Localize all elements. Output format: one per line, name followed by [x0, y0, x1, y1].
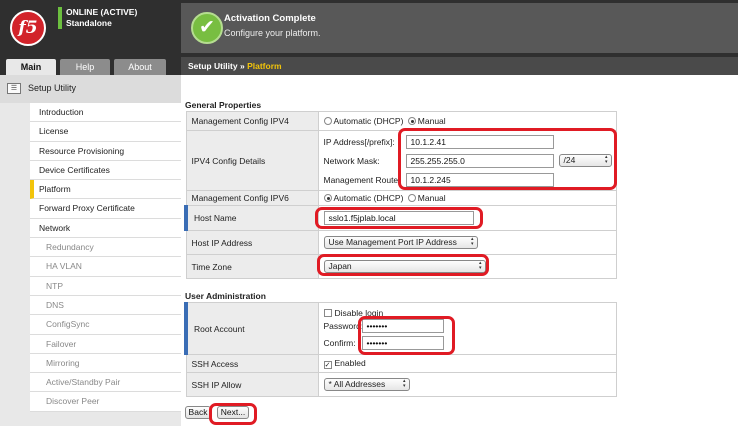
ip-address-input[interactable]: 10.1.2.41	[405, 134, 554, 149]
user-admin-table: Root Account Disable login Password: •••…	[184, 302, 617, 397]
root-account-fields: Disable login Password: ••••••• Confirm:…	[317, 302, 617, 355]
ssh-ip-select[interactable]: * All Addresses	[323, 378, 410, 391]
mgmt-ipv4-options: Automatic (DHCP) Manual	[317, 111, 617, 131]
general-properties-table: Management Config IPV4 Automatic (DHCP) …	[184, 111, 617, 279]
mgmt-ipv6-options: Automatic (DHCP) Manual	[317, 190, 617, 206]
user-admin-title: User Administration	[185, 291, 266, 301]
netmask-label: Network Mask:	[323, 155, 380, 166]
sidebar-item-device-certificates[interactable]: Device Certificates	[30, 160, 181, 181]
f5-logo: f5	[10, 10, 46, 46]
activation-subtitle: Configure your platform.	[224, 28, 321, 38]
mgmt-route-label: Management Route	[323, 174, 399, 185]
ssh-enabled-label: Enabled	[334, 358, 366, 368]
sidebar-list: Introduction License Resource Provisioni…	[30, 103, 181, 412]
back-button[interactable]: Back	[185, 406, 211, 419]
password-label: Password:	[323, 321, 364, 331]
status-indicator	[58, 7, 62, 29]
tab-help[interactable]: Help	[60, 59, 110, 75]
sidebar-item-failover: Failover	[30, 334, 181, 354]
ipv4-details-label: IPV4 Config Details	[185, 130, 319, 191]
mgmt-ipv4-label: Management Config IPV4	[185, 111, 319, 131]
mgmt-ipv6-manual-label: Manual	[417, 193, 446, 203]
mgmt-ipv4-manual-radio[interactable]	[407, 117, 416, 125]
sidebar-item-configsync: ConfigSync	[30, 315, 181, 335]
prefix-select[interactable]: /24	[558, 154, 612, 167]
confirm-label: Confirm:	[323, 338, 356, 348]
netmask-input[interactable]: 255.255.255.0	[405, 153, 554, 168]
password-input[interactable]: •••••••	[361, 319, 444, 333]
breadcrumb-root[interactable]: Setup Utility	[188, 61, 238, 71]
mgmt-ipv4-auto-label: Automatic (DHCP)	[333, 116, 404, 126]
sidebar-item-platform[interactable]: Platform	[30, 180, 181, 200]
sidebar-item-network[interactable]: Network	[30, 218, 181, 239]
sidebar-item-dns: DNS	[30, 295, 181, 316]
breadcrumb-current: Platform	[247, 61, 282, 71]
sidebar-item-introduction[interactable]: Introduction	[30, 103, 181, 123]
sidebar-item-mirroring: Mirroring	[30, 353, 181, 374]
activation-message-panel: ✔ Activation Complete Configure your pla…	[181, 3, 738, 53]
sidebar-item-ntp: NTP	[30, 276, 181, 296]
setup-utility-icon: ☰	[7, 83, 21, 94]
timezone-select[interactable]: Japan	[323, 260, 486, 273]
ssh-access-cell: ✓ Enabled	[317, 354, 617, 373]
sidebar-header-label: Setup Utility	[28, 83, 77, 93]
ssh-access-label: SSH Access	[185, 354, 319, 373]
mgmt-ipv4-auto-radio[interactable]	[323, 117, 332, 125]
checkmark-icon: ✔	[191, 12, 223, 44]
sidebar-item-license[interactable]: License	[30, 122, 181, 142]
mgmt-ipv6-auto-radio[interactable]	[323, 194, 332, 202]
hostname-input[interactable]: sslo1.f5jplab.local	[323, 211, 474, 225]
sidebar-item-forward-proxy-certificate[interactable]: Forward Proxy Certificate	[30, 199, 181, 219]
ssh-ip-cell: * All Addresses	[317, 372, 617, 397]
device-status: ONLINE (ACTIVE) Standalone	[66, 7, 137, 29]
sidebar-item-ha-vlan: HA VLAN	[30, 257, 181, 277]
sidebar-item-resource-provisioning[interactable]: Resource Provisioning	[30, 141, 181, 161]
sidebar-item-active-standby-pair: Active/Standby Pair	[30, 373, 181, 393]
breadcrumb: Setup Utility » Platform	[181, 57, 738, 75]
root-account-label: Root Account	[184, 302, 319, 355]
host-ip-cell: Use Management Port IP Address	[317, 230, 617, 255]
confirm-input[interactable]: •••••••	[361, 336, 444, 350]
sidebar-header[interactable]: ☰ Setup Utility	[0, 75, 181, 103]
ip-address-label: IP Address[/prefix]:	[323, 136, 395, 147]
ssh-enabled-checkbox[interactable]: ✓	[323, 361, 332, 369]
activation-title: Activation Complete	[224, 13, 316, 24]
ipv4-details-fields: IP Address[/prefix]: 10.1.2.41 Network M…	[317, 130, 617, 191]
status-online: ONLINE (ACTIVE)	[66, 7, 138, 17]
host-ip-select[interactable]: Use Management Port IP Address	[323, 236, 478, 249]
tab-main[interactable]: Main	[6, 59, 56, 75]
status-mode: Standalone	[66, 18, 112, 28]
mgmt-ipv6-auto-label: Automatic (DHCP)	[333, 193, 404, 203]
mgmt-route-input[interactable]: 10.1.2.245	[405, 172, 554, 187]
mgmt-ipv6-manual-radio[interactable]	[407, 194, 416, 202]
general-properties-title: General Properties	[185, 100, 262, 110]
sidebar: ☰ Setup Utility Introduction License Res…	[0, 75, 181, 426]
breadcrumb-separator: »	[239, 61, 245, 71]
mgmt-ipv6-label: Management Config IPV6	[185, 190, 319, 206]
mgmt-ipv4-manual-label: Manual	[417, 116, 446, 126]
next-button[interactable]: Next...	[217, 406, 249, 419]
timezone-label: Time Zone	[185, 254, 319, 279]
sidebar-item-discover-peer: Discover Peer	[30, 392, 181, 412]
disable-login-checkbox[interactable]	[323, 308, 332, 317]
host-ip-label: Host IP Address	[185, 230, 319, 255]
main-tabs: Main Help About	[0, 57, 181, 75]
hostname-cell: sslo1.f5jplab.local	[317, 205, 617, 231]
disable-login-label: Disable login	[334, 307, 384, 318]
tab-about[interactable]: About	[114, 59, 166, 75]
sidebar-item-redundancy: Redundancy	[30, 238, 181, 258]
timezone-cell: Japan	[317, 254, 617, 279]
ssh-ip-label: SSH IP Allow	[185, 372, 319, 397]
hostname-label: Host Name	[184, 205, 319, 231]
top-banner: f5 ONLINE (ACTIVE) Standalone ✔ Activati…	[0, 0, 738, 57]
